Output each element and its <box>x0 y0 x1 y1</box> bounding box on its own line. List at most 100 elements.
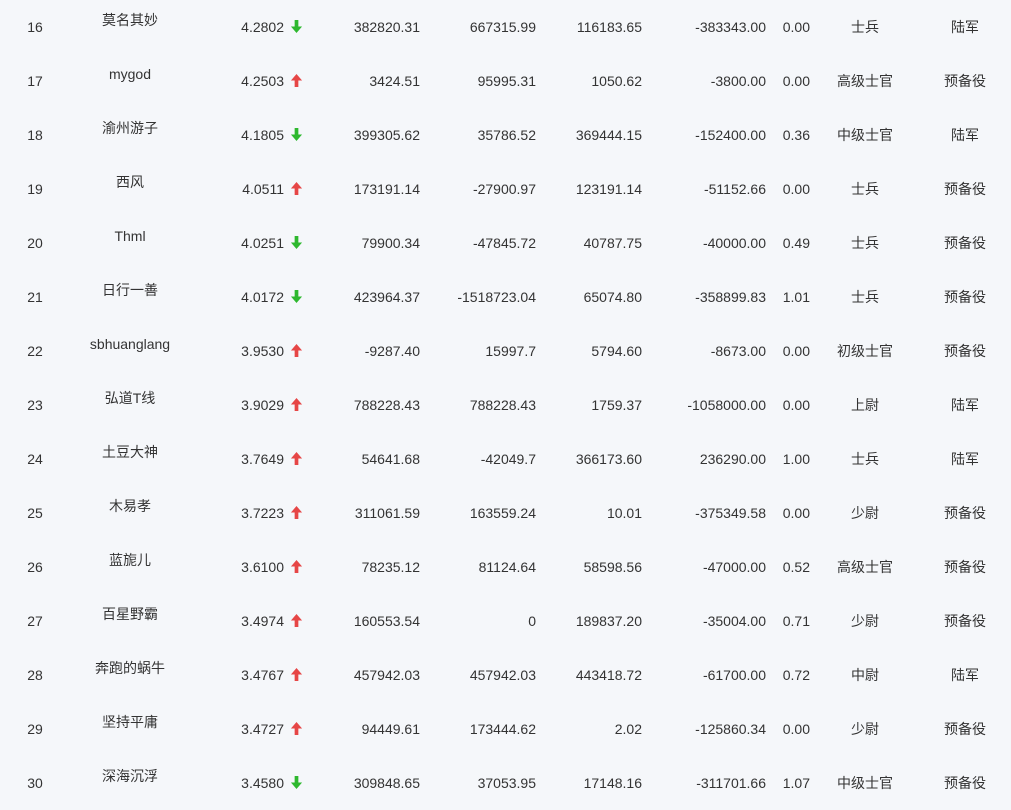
value-col-5: 0.36 <box>782 127 810 143</box>
score-value: 4.0172 <box>241 289 284 305</box>
value-col-3: 369444.15 <box>575 127 642 143</box>
military-branch: 预备役 <box>944 613 986 629</box>
value-col-2: 163559.24 <box>469 505 536 521</box>
trend-down-icon <box>289 108 305 162</box>
user-name-link[interactable]: 西风 <box>80 162 180 216</box>
value-col-1: 94449.61 <box>361 721 420 737</box>
military-branch: 陆军 <box>951 127 979 143</box>
user-name-link[interactable]: 蓝旎儿 <box>80 540 180 594</box>
value-col-5: 0.71 <box>782 613 810 629</box>
value-col-5: 0.00 <box>782 721 810 737</box>
user-name-link[interactable]: 奔跑的蜗牛 <box>80 648 180 702</box>
value-col-2: 35786.52 <box>477 127 536 143</box>
rank-number: 29 <box>27 721 43 737</box>
user-name-link[interactable]: 莫名其妙 <box>80 0 180 54</box>
military-rank: 士兵 <box>851 181 879 197</box>
rank-number: 28 <box>27 667 43 683</box>
value-col-3: 58598.56 <box>583 559 642 575</box>
value-col-5: 0.49 <box>782 235 810 251</box>
table-row: 26 蓝旎儿 3.6100 78235.12 81124.64 58598.56 -4700… <box>0 540 1011 594</box>
military-branch: 陆军 <box>951 19 979 35</box>
score-value: 4.2802 <box>241 19 284 35</box>
military-rank: 士兵 <box>851 289 879 305</box>
rank-number: 18 <box>27 127 43 143</box>
value-col-3: 123191.14 <box>575 181 642 197</box>
value-col-2: -27900.97 <box>472 181 536 197</box>
rank-number: 26 <box>27 559 43 575</box>
military-branch: 预备役 <box>944 505 986 521</box>
user-name-link[interactable]: 百星野霸 <box>80 594 180 648</box>
user-name-link[interactable]: 土豆大神 <box>80 432 180 486</box>
value-col-4: -51152.66 <box>703 181 766 197</box>
military-rank: 士兵 <box>851 19 879 35</box>
military-branch: 陆军 <box>951 397 979 413</box>
trend-up-icon <box>289 432 305 486</box>
table-row: 19 西风 4.0511 173191.14 -27900.97 123191.14 -51… <box>0 162 1011 216</box>
military-branch: 预备役 <box>944 73 986 89</box>
value-col-5: 1.07 <box>782 775 810 791</box>
user-name-link[interactable]: 木易孝 <box>80 486 180 540</box>
rank-number: 19 <box>27 181 43 197</box>
user-name-link[interactable]: 渝州游子 <box>80 108 180 162</box>
trend-up-icon <box>289 378 305 432</box>
value-col-4: -8673.00 <box>710 343 766 359</box>
value-col-3: 1759.37 <box>591 397 642 413</box>
trend-up-icon <box>289 162 305 216</box>
value-col-3: 189837.20 <box>575 613 642 629</box>
value-col-3: 10.01 <box>606 505 642 521</box>
user-name-link[interactable]: mygod <box>80 54 180 108</box>
military-rank: 高级士官 <box>837 559 893 575</box>
value-col-2: 788228.43 <box>469 397 536 413</box>
value-col-5: 0.52 <box>782 559 810 575</box>
value-col-4: -358899.83 <box>695 289 766 305</box>
value-col-1: 457942.03 <box>353 667 420 683</box>
value-col-5: 0.00 <box>782 73 810 89</box>
table-row: 17 mygod 4.2503 3424.51 95995.31 1050.62 -3800… <box>0 54 1011 108</box>
value-col-4: -125860.34 <box>695 721 766 737</box>
value-col-5: 0.00 <box>782 343 810 359</box>
value-col-4: -40000.00 <box>702 235 766 251</box>
trend-up-icon <box>289 540 305 594</box>
military-rank: 高级士官 <box>837 73 893 89</box>
value-col-1: 78235.12 <box>361 559 420 575</box>
user-name-link[interactable]: 弘道T线 <box>80 378 180 432</box>
score-value: 3.7223 <box>241 505 284 521</box>
user-name-link[interactable]: sbhuanglang <box>80 324 180 378</box>
table-row: 23 弘道T线 3.9029 788228.43 788228.43 1759.37 -10… <box>0 378 1011 432</box>
table-row: 16 莫名其妙 4.2802 382820.31 667315.99 116183.65 -… <box>0 0 1011 54</box>
value-col-4: -152400.00 <box>695 127 766 143</box>
value-col-4: 236290.00 <box>699 451 766 467</box>
value-col-3: 443418.72 <box>575 667 642 683</box>
value-col-3: 1050.62 <box>591 73 642 89</box>
score-value: 4.2503 <box>241 73 284 89</box>
value-col-5: 0.72 <box>782 667 810 683</box>
user-name-link[interactable]: 坚持平庸 <box>80 702 180 756</box>
score-value: 3.9530 <box>241 343 284 359</box>
value-col-3: 366173.60 <box>575 451 642 467</box>
military-branch: 预备役 <box>944 181 986 197</box>
value-col-4: -375349.58 <box>695 505 766 521</box>
value-col-5: 1.01 <box>782 289 810 305</box>
value-col-4: -311701.66 <box>696 775 766 791</box>
table-row: 18 渝州游子 4.1805 399305.62 35786.52 369444.15 -1… <box>0 108 1011 162</box>
score-value: 4.0251 <box>241 235 284 251</box>
military-rank: 士兵 <box>851 451 879 467</box>
rank-number: 30 <box>27 775 43 791</box>
military-rank: 中级士官 <box>837 775 893 791</box>
user-name-link[interactable]: 深海沉浮 <box>80 756 180 810</box>
value-col-5: 0.00 <box>782 19 810 35</box>
military-branch: 预备役 <box>944 721 986 737</box>
value-col-4: -35004.00 <box>702 613 766 629</box>
score-value: 3.4727 <box>241 721 284 737</box>
value-col-3: 40787.75 <box>583 235 642 251</box>
user-name-link[interactable]: 日行一善 <box>80 270 180 324</box>
score-value: 4.0511 <box>242 181 284 197</box>
value-col-2: 81124.64 <box>478 559 536 575</box>
score-value: 3.6100 <box>241 559 284 575</box>
rank-number: 25 <box>27 505 43 521</box>
ranking-table: 16 莫名其妙 4.2802 382820.31 667315.99 116183.65 -… <box>0 0 1011 803</box>
user-name-link[interactable]: Thml <box>80 216 180 270</box>
value-col-1: 309848.65 <box>353 775 420 791</box>
value-col-2: 667315.99 <box>469 19 536 35</box>
score-value: 4.1805 <box>241 127 284 143</box>
